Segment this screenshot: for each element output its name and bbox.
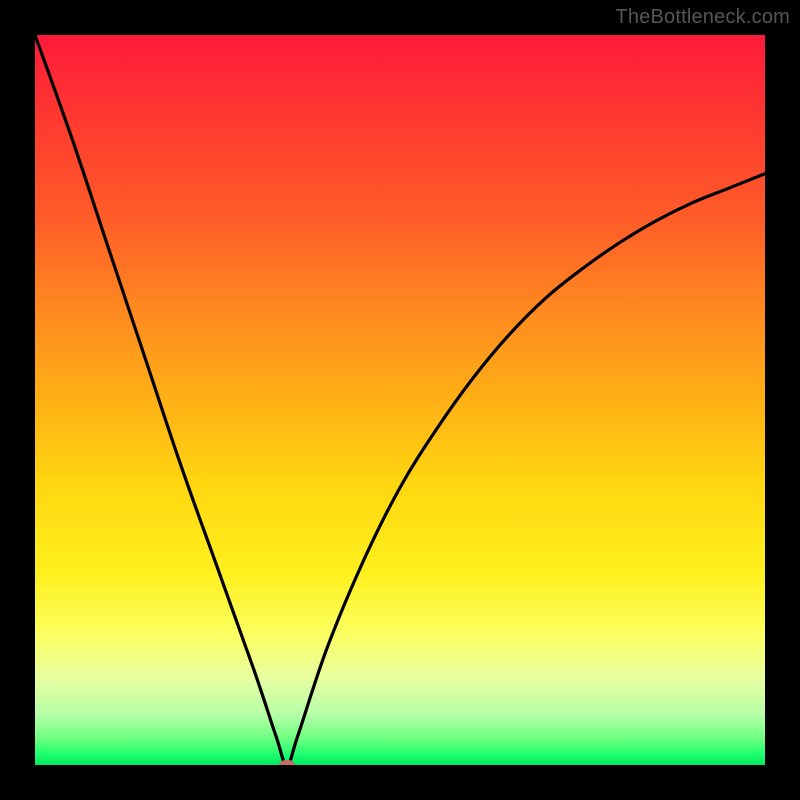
minimum-marker xyxy=(279,760,295,766)
watermark-text: TheBottleneck.com xyxy=(615,6,790,29)
chart-frame: TheBottleneck.com xyxy=(0,0,800,800)
gradient-background xyxy=(35,35,765,765)
plot-area xyxy=(35,35,765,765)
